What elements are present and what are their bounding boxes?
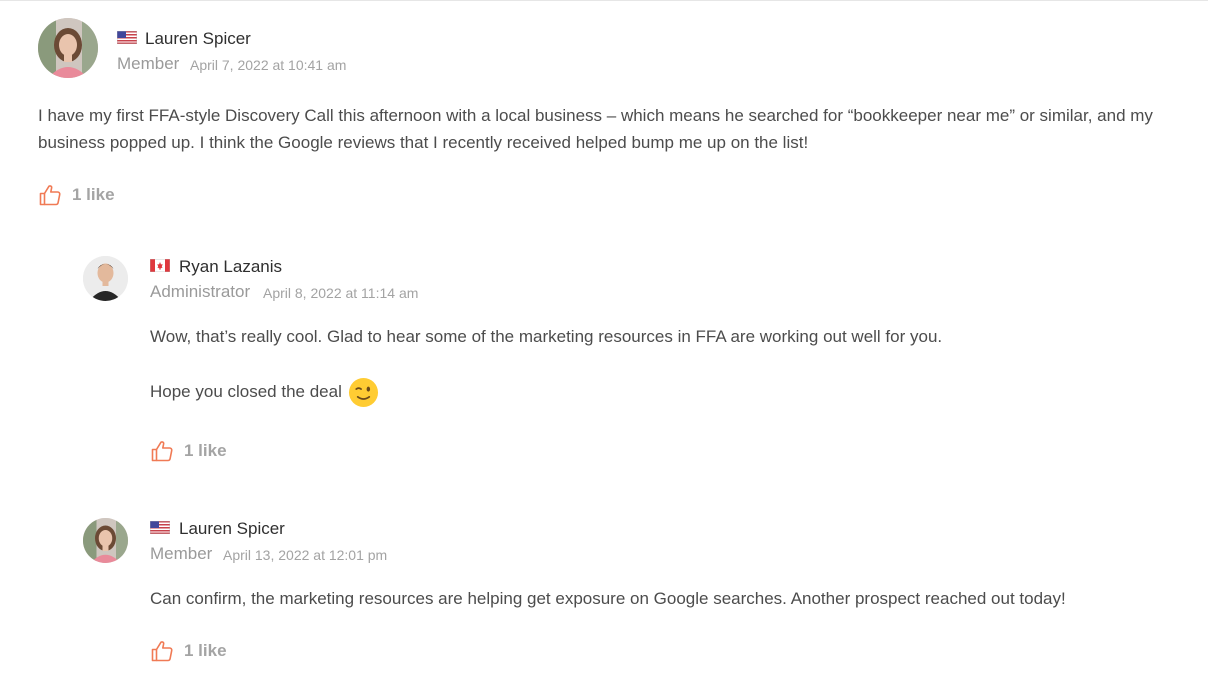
- like-button[interactable]: 1 like: [150, 637, 227, 665]
- avatar-lauren-icon: [83, 518, 128, 563]
- comment-body: Can confirm, the marketing resources are…: [150, 585, 1170, 612]
- reply-lauren: Lauren Spicer Member April 13, 2022 at 1…: [0, 0, 1208, 690]
- author-role: Member: [150, 544, 213, 563]
- comment-date[interactable]: April 13, 2022 at 12:01 pm: [223, 547, 387, 563]
- author-name[interactable]: Lauren Spicer: [179, 519, 285, 539]
- comment-paragraph: Can confirm, the marketing resources are…: [150, 589, 1066, 608]
- like-count: 1 like: [184, 641, 227, 660]
- thumbs-up-icon: [151, 641, 173, 662]
- us-flag-icon: [150, 521, 170, 534]
- avatar[interactable]: [83, 518, 128, 563]
